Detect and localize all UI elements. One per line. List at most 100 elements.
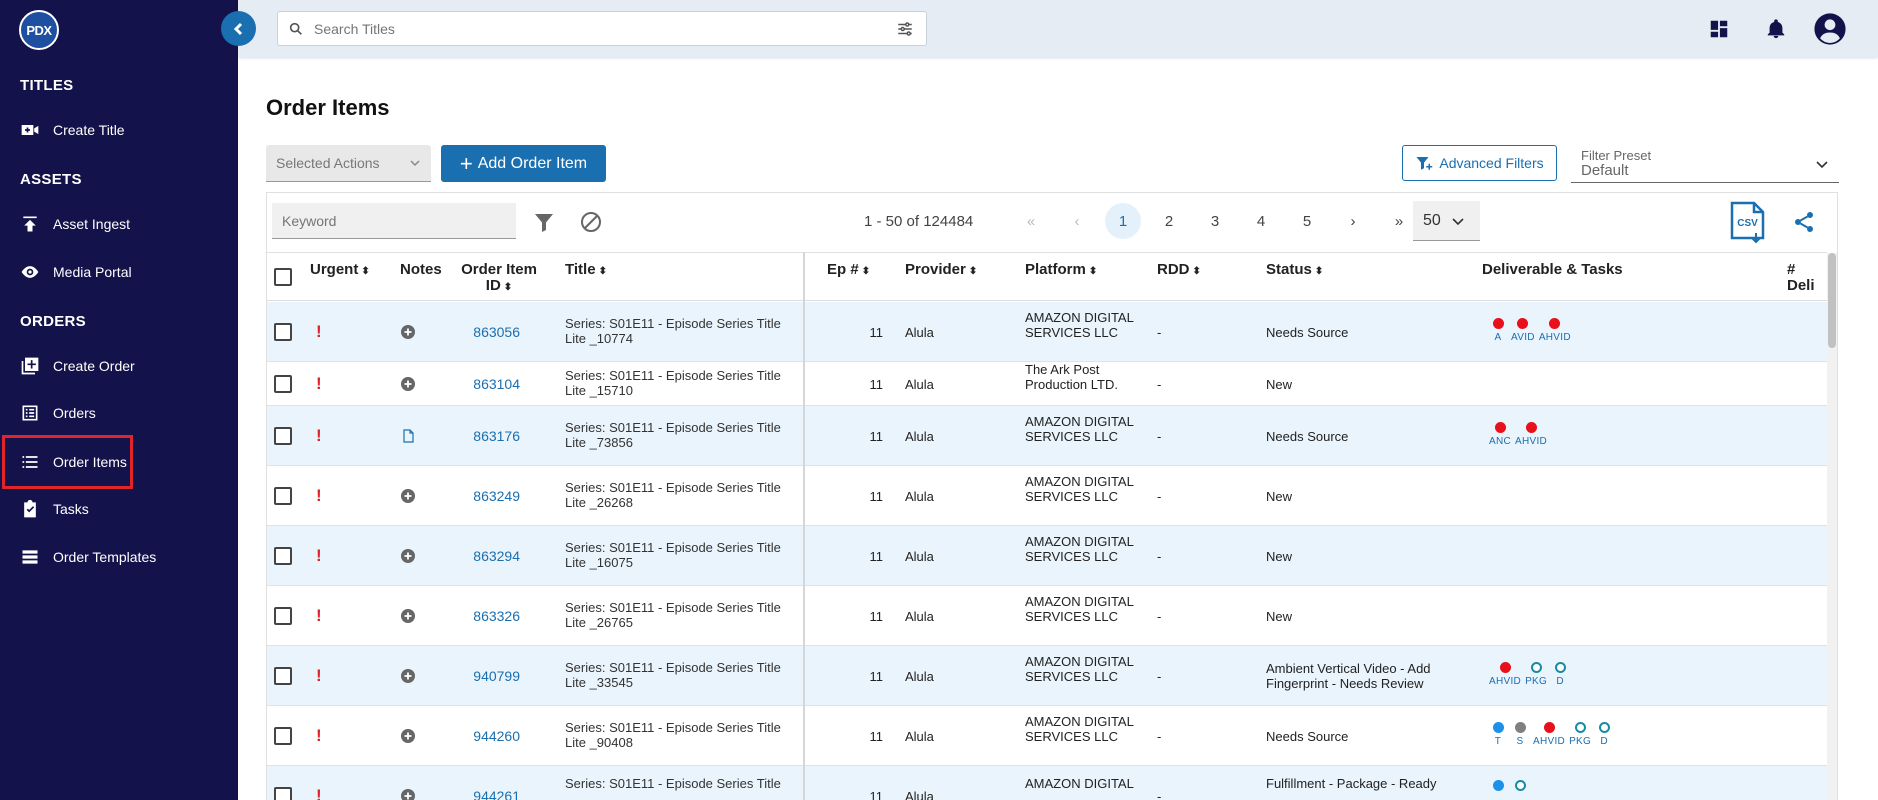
order-item-id-link[interactable]: 863294 bbox=[435, 548, 520, 564]
collapse-sidebar-button[interactable] bbox=[221, 11, 256, 46]
deliverable-tag[interactable]: PKG bbox=[1569, 722, 1591, 747]
column-header-provider[interactable]: Provider ⬍ bbox=[905, 262, 977, 280]
deliverable-tag[interactable]: AHVID bbox=[1489, 662, 1521, 687]
add-order-item-button[interactable]: + Add Order Item bbox=[441, 145, 606, 182]
table-row[interactable]: ! 863056 Series: S01E11 - Episode Series T… bbox=[267, 302, 1827, 362]
deliverable-tag[interactable] bbox=[1511, 780, 1529, 794]
prev-page-button[interactable]: ‹ bbox=[1059, 203, 1095, 239]
rows-per-page-select[interactable]: 50 bbox=[1413, 201, 1480, 241]
row-checkbox[interactable] bbox=[274, 727, 292, 745]
bell-icon[interactable] bbox=[1761, 14, 1791, 44]
dashboard-icon[interactable] bbox=[1704, 14, 1734, 44]
advanced-filters-button[interactable]: Advanced Filters bbox=[1402, 145, 1557, 181]
deliverable-label: AHVID bbox=[1515, 436, 1548, 447]
clear-filter-icon[interactable] bbox=[579, 210, 603, 234]
column-header-status[interactable]: Status ⬍ bbox=[1266, 262, 1323, 280]
order-item-id-link[interactable]: 863326 bbox=[435, 608, 520, 624]
deliverable-tag[interactable]: ANC bbox=[1489, 422, 1511, 447]
add-note-icon[interactable] bbox=[400, 324, 416, 340]
row-checkbox[interactable] bbox=[274, 547, 292, 565]
deliverable-tag[interactable]: AHVID bbox=[1515, 422, 1547, 447]
order-item-id-link[interactable]: 940799 bbox=[435, 668, 520, 684]
filter-preset-select[interactable]: Filter Preset Default bbox=[1571, 145, 1839, 183]
share-icon[interactable] bbox=[1792, 210, 1816, 234]
select-all-checkbox[interactable] bbox=[274, 268, 292, 286]
row-checkbox[interactable] bbox=[274, 487, 292, 505]
add-box-icon bbox=[19, 355, 41, 377]
column-header-platform[interactable]: Platform ⬍ bbox=[1025, 262, 1097, 280]
page-button-2[interactable]: 2 bbox=[1151, 203, 1187, 239]
search-input[interactable] bbox=[314, 20, 896, 37]
first-page-button[interactable]: « bbox=[1013, 203, 1049, 239]
page-button-4[interactable]: 4 bbox=[1243, 203, 1279, 239]
row-checkbox[interactable] bbox=[274, 607, 292, 625]
tune-icon[interactable] bbox=[896, 20, 914, 38]
add-note-icon[interactable] bbox=[400, 788, 416, 800]
document-note-icon[interactable] bbox=[400, 428, 416, 444]
table-row[interactable]: ! 863176 Series: S01E11 - Episode Series T… bbox=[267, 406, 1827, 466]
deliverable-tag[interactable]: D bbox=[1595, 722, 1613, 747]
deliverable-tag[interactable]: AHVID bbox=[1533, 722, 1565, 747]
next-page-button[interactable]: › bbox=[1335, 203, 1371, 239]
row-checkbox[interactable] bbox=[274, 375, 292, 393]
deliverable-tag[interactable]: A bbox=[1489, 318, 1507, 343]
add-note-icon[interactable] bbox=[400, 376, 416, 392]
csv-download-icon[interactable]: CSV bbox=[1729, 201, 1767, 245]
filter-icon[interactable] bbox=[532, 210, 556, 234]
deliverable-label: AHVID bbox=[1489, 676, 1522, 687]
deliverable-tag[interactable]: S bbox=[1511, 722, 1529, 747]
table-row[interactable]: ! 944261 Series: S01E11 - Episode Series T… bbox=[267, 766, 1827, 800]
vertical-scrollbar[interactable] bbox=[1827, 253, 1837, 800]
column-header-ep[interactable]: Ep # ⬍ bbox=[827, 262, 870, 280]
deliverable-tag[interactable]: T bbox=[1489, 722, 1507, 747]
row-checkbox[interactable] bbox=[274, 787, 292, 800]
account-avatar-icon[interactable] bbox=[1812, 11, 1848, 47]
add-note-icon[interactable] bbox=[400, 548, 416, 564]
deliverable-tag[interactable] bbox=[1489, 780, 1507, 794]
order-item-id-link[interactable]: 863176 bbox=[435, 428, 520, 444]
table-row[interactable]: ! 863249 Series: S01E11 - Episode Series T… bbox=[267, 466, 1827, 526]
order-item-id-link[interactable]: 944261 bbox=[435, 788, 520, 800]
page-button-5[interactable]: 5 bbox=[1289, 203, 1325, 239]
row-checkbox[interactable] bbox=[274, 323, 292, 341]
keyword-input[interactable] bbox=[272, 203, 516, 239]
last-page-button[interactable]: » bbox=[1381, 203, 1417, 239]
add-note-icon[interactable] bbox=[400, 668, 416, 684]
row-checkbox[interactable] bbox=[274, 667, 292, 685]
order-item-id-link[interactable]: 863249 bbox=[435, 488, 520, 504]
add-note-icon[interactable] bbox=[400, 608, 416, 624]
deliverable-tag[interactable]: D bbox=[1551, 662, 1569, 687]
pdx-logo[interactable]: PDX bbox=[19, 10, 59, 50]
order-item-id-link[interactable]: 863056 bbox=[435, 324, 520, 340]
deliverable-tag[interactable]: AVID bbox=[1511, 318, 1535, 343]
scrollbar-thumb[interactable] bbox=[1828, 253, 1836, 348]
column-header-urgent[interactable]: Urgent ⬍ bbox=[310, 262, 370, 280]
table-row[interactable]: ! 944260 Series: S01E11 - Episode Series T… bbox=[267, 706, 1827, 766]
sidebar-item-asset-ingest[interactable]: Asset Ingest bbox=[2, 204, 234, 244]
sidebar-item-media-portal[interactable]: Media Portal bbox=[2, 252, 234, 292]
column-header-title[interactable]: Title ⬍ bbox=[565, 262, 607, 280]
add-note-icon[interactable] bbox=[400, 488, 416, 504]
sidebar-item-order-templates[interactable]: Order Templates bbox=[2, 537, 234, 577]
add-note-icon[interactable] bbox=[400, 728, 416, 744]
sidebar-item-order-items[interactable]: Order Items bbox=[2, 435, 133, 489]
sidebar-item-create-title[interactable]: Create Title bbox=[2, 110, 234, 150]
order-item-id-link[interactable]: 944260 bbox=[435, 728, 520, 744]
sidebar-item-orders[interactable]: Orders bbox=[2, 393, 234, 433]
column-header-rdd[interactable]: RDD ⬍ bbox=[1157, 262, 1201, 280]
table-row[interactable]: ! 863294 Series: S01E11 - Episode Series T… bbox=[267, 526, 1827, 586]
page-button-1[interactable]: 1 bbox=[1105, 203, 1141, 239]
selected-actions-dropdown[interactable]: Selected Actions bbox=[266, 145, 431, 182]
row-checkbox[interactable] bbox=[274, 427, 292, 445]
deliverable-tag[interactable]: AHVID bbox=[1539, 318, 1571, 343]
table-row[interactable]: ! 863326 Series: S01E11 - Episode Series T… bbox=[267, 586, 1827, 646]
rdd-cell: - bbox=[1157, 489, 1162, 504]
column-header-order-item-id[interactable]: Order Item ID ⬍ bbox=[459, 262, 539, 296]
sidebar-item-create-order[interactable]: Create Order bbox=[2, 346, 234, 386]
deliverable-tag[interactable]: PKG bbox=[1525, 662, 1547, 687]
table-row[interactable]: ! 863104 Series: S01E11 - Episode Series T… bbox=[267, 362, 1827, 406]
page-button-3[interactable]: 3 bbox=[1197, 203, 1233, 239]
order-item-id-link[interactable]: 863104 bbox=[435, 376, 520, 392]
table-row[interactable]: ! 940799 Series: S01E11 - Episode Series T… bbox=[267, 646, 1827, 706]
sidebar-item-tasks[interactable]: Tasks bbox=[2, 489, 234, 529]
